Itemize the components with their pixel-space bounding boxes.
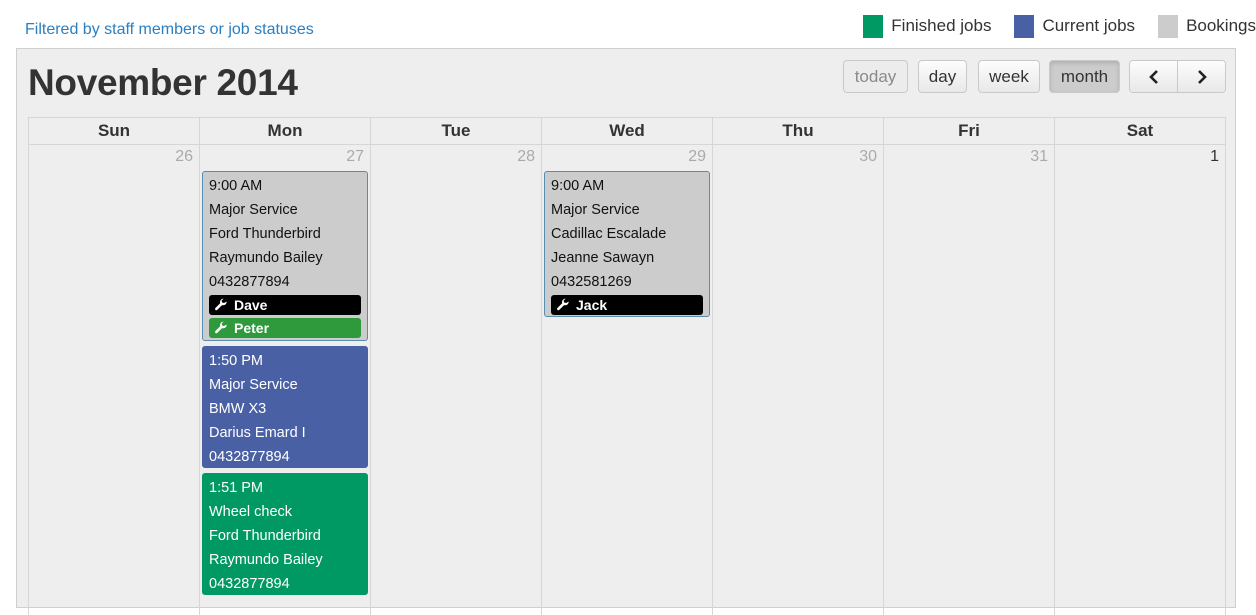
event-vehicle: BMW X3 [209,401,267,417]
day-cell-sun[interactable]: 26 [28,145,199,615]
legend-swatch-finished [863,14,884,38]
month-grid: Sun Mon Tue Wed Thu Fri Sat 26 27 9:00 A… [28,117,1226,615]
event-vehicle: Ford Thunderbird [209,226,321,242]
event-customer: Raymundo Bailey [209,552,323,568]
legend-label: Bookings [1186,16,1256,35]
day-header-fri: Fri [883,118,1054,144]
prev-button[interactable] [1130,61,1177,92]
staff-name: Jack [576,297,608,313]
event-service: Major Service [209,377,298,393]
event-booking[interactable]: 9:00 AM Major Service Ford Thunderbird R… [202,171,368,341]
legend-bookings: Bookings [1158,14,1256,38]
week-view-button[interactable]: week [978,60,1040,93]
event-vehicle: Ford Thunderbird [209,528,321,544]
staff-tag-jack: Jack [551,295,703,315]
day-cell-mon[interactable]: 27 9:00 AM Major Service Ford Thunderbir… [199,145,370,615]
day-header-mon: Mon [199,118,370,144]
day-header-tue: Tue [370,118,541,144]
day-cell-fri[interactable]: 31 [883,145,1054,615]
chevron-right-icon [1197,69,1207,84]
day-cell-wed[interactable]: 29 9:00 AM Major Service Cadillac Escala… [541,145,712,615]
day-cell-thu[interactable]: 30 [712,145,883,615]
day-number: 1 [1210,148,1219,165]
day-header-row: Sun Mon Tue Wed Thu Fri Sat [28,117,1226,145]
event-phone: 0432877894 [209,576,290,592]
day-header-sun: Sun [28,118,199,144]
event-phone: 0432877894 [209,449,290,465]
event-service: Major Service [551,202,640,218]
wrench-icon [215,321,227,334]
event-customer: Raymundo Bailey [209,250,323,266]
event-time: 1:51 PM [209,480,263,496]
legend-label: Finished jobs [891,16,992,35]
day-cell-tue[interactable]: 28 [370,145,541,615]
event-phone: 0432877894 [209,274,290,290]
legend-swatch-current [1014,14,1035,38]
day-number: 26 [175,148,193,165]
day-header-wed: Wed [541,118,712,144]
month-view-button[interactable]: month [1049,60,1120,93]
wrench-icon [557,298,569,311]
week-row: 26 27 9:00 AM Major Service Ford Thunder… [28,145,1226,615]
legend-current: Current jobs [1014,14,1136,38]
today-button[interactable]: today [843,60,908,93]
day-number: 30 [859,148,877,165]
next-button[interactable] [1177,61,1225,92]
event-time: 9:00 AM [551,178,605,194]
calendar-panel: November 2014 today day week month Sun M… [16,48,1236,615]
filter-link[interactable]: Filtered by staff members or job statuse… [25,21,314,39]
event-time: 9:00 AM [209,178,263,194]
legend-label: Current jobs [1042,16,1136,35]
nav-button-group [1129,60,1226,93]
staff-name: Peter [234,320,270,336]
wrench-icon [215,298,227,311]
staff-name: Dave [234,297,268,313]
staff-tag-dave: Dave [209,295,361,315]
legend-swatch-bookings [1158,14,1179,38]
event-service: Major Service [209,202,298,218]
chevron-left-icon [1148,69,1158,84]
event-finished-job[interactable]: 1:51 PM Wheel check Ford Thunderbird Ray… [202,473,368,595]
event-booking[interactable]: 9:00 AM Major Service Cadillac Escalade … [544,171,710,317]
day-number: 28 [517,148,535,165]
day-header-thu: Thu [712,118,883,144]
staff-tag-peter: Peter [209,318,361,338]
day-number: 31 [1030,148,1048,165]
day-header-sat: Sat [1054,118,1226,144]
legend: Finished jobs Current jobs Bookings [840,14,1256,38]
event-service: Wheel check [209,504,293,520]
event-current-job[interactable]: 1:50 PM Major Service BMW X3 Darius Emar… [202,346,368,468]
legend-finished: Finished jobs [863,14,992,38]
day-view-button[interactable]: day [918,60,967,93]
event-customer: Darius Emard I [209,425,306,441]
calendar-title: November 2014 [28,62,298,103]
day-number: 29 [688,148,706,165]
event-vehicle: Cadillac Escalade [551,226,667,242]
event-phone: 0432581269 [551,274,632,290]
day-cell-sat[interactable]: 1 [1054,145,1226,615]
event-customer: Jeanne Sawayn [551,250,655,266]
event-time: 1:50 PM [209,353,263,369]
day-number: 27 [346,148,364,165]
